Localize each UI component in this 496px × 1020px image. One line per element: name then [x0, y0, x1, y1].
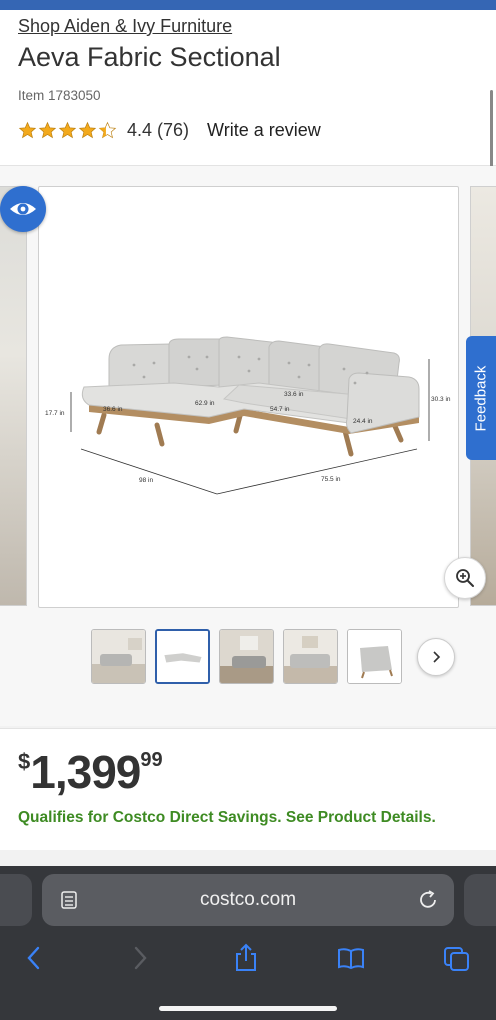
sectional-diagram: 98 in 75.5 in 30.3 in 17.7 in 36.6 in 62…: [45, 336, 451, 495]
star-icon: [38, 121, 57, 139]
thumbnail-next-button[interactable]: [417, 637, 455, 676]
zoom-button[interactable]: [444, 557, 486, 599]
tabs-icon[interactable]: [442, 942, 472, 974]
star-icon: [78, 121, 97, 139]
dim-label-chaise: 36.6 in: [103, 406, 123, 413]
dim-label-height: 30.3 in: [431, 396, 451, 403]
dim-label-seat-height: 17.7 in: [45, 410, 65, 417]
dim-label-seat-2: 54.7 in: [270, 406, 290, 413]
star-icon: [18, 121, 37, 139]
previous-photo[interactable]: [0, 186, 27, 606]
price-dollars: 1,399: [30, 746, 141, 798]
thumbnail[interactable]: [347, 629, 402, 684]
rating-row: 4.4 (76) Write a review: [18, 120, 321, 141]
reload-icon[interactable]: [416, 888, 440, 912]
next-tab-peek[interactable]: [464, 874, 496, 926]
back-arrow-icon[interactable]: [22, 942, 46, 974]
product-image[interactable]: 98 in 75.5 in 30.3 in 17.7 in 36.6 in 62…: [38, 186, 459, 608]
product-header: Shop Aiden & Ivy Furniture Aeva Fabric S…: [0, 10, 496, 166]
zoom-in-icon: [456, 569, 474, 587]
dim-label-arm: 24.4 in: [353, 418, 373, 425]
address-bar[interactable]: costco.com: [42, 874, 454, 926]
brand-link[interactable]: Shop Aiden & Ivy Furniture: [18, 16, 232, 37]
thumbnail[interactable]: [219, 629, 274, 684]
home-indicator[interactable]: [159, 1006, 337, 1011]
dim-label-seat-1: 62.9 in: [195, 400, 215, 407]
write-review-link[interactable]: Write a review: [207, 120, 321, 141]
price-currency: $: [18, 749, 31, 774]
url-text: costco.com: [199, 889, 297, 910]
feedback-tab[interactable]: Feedback: [466, 336, 496, 460]
thumbnail-strip: [91, 629, 455, 684]
view-in-room-button[interactable]: [0, 186, 46, 232]
thumbnail-active[interactable]: [155, 629, 210, 684]
savings-link[interactable]: Qualifies for Costco Direct Savings. See…: [18, 809, 436, 827]
thumbnail[interactable]: [283, 629, 338, 684]
dim-label-width: 75.5 in: [321, 476, 341, 483]
share-icon[interactable]: [232, 942, 260, 974]
book-icon[interactable]: [336, 942, 366, 974]
product-title: Aeva Fabric Sectional: [18, 42, 281, 72]
price-card: $ 1,399 99 Qualifies for Costco Direct S…: [0, 728, 496, 850]
top-accent-bar: [0, 0, 496, 10]
previous-tab-peek[interactable]: [0, 874, 32, 926]
rating-stars[interactable]: [18, 121, 118, 140]
rating-value[interactable]: 4.4 (76): [127, 120, 189, 141]
forward-arrow-icon[interactable]: [128, 942, 152, 974]
item-number: Item 1783050: [18, 88, 101, 103]
browser-toolbar: [0, 938, 496, 978]
dim-label-back: 33.6 in: [284, 391, 304, 398]
browser-chrome: costco.com: [0, 866, 496, 1020]
thumbnail[interactable]: [91, 629, 146, 684]
star-icon: [58, 121, 77, 139]
price-cents: 99: [140, 749, 163, 771]
feedback-label: Feedback: [472, 365, 490, 431]
dim-label-depth: 98 in: [139, 477, 153, 484]
star-half-icon: [98, 121, 117, 139]
chevron-right-icon: [433, 650, 441, 663]
price: $ 1,399 99: [18, 745, 163, 799]
image-gallery: 98 in 75.5 in 30.3 in 17.7 in 36.6 in 62…: [0, 166, 496, 726]
eye-icon: [10, 203, 36, 215]
